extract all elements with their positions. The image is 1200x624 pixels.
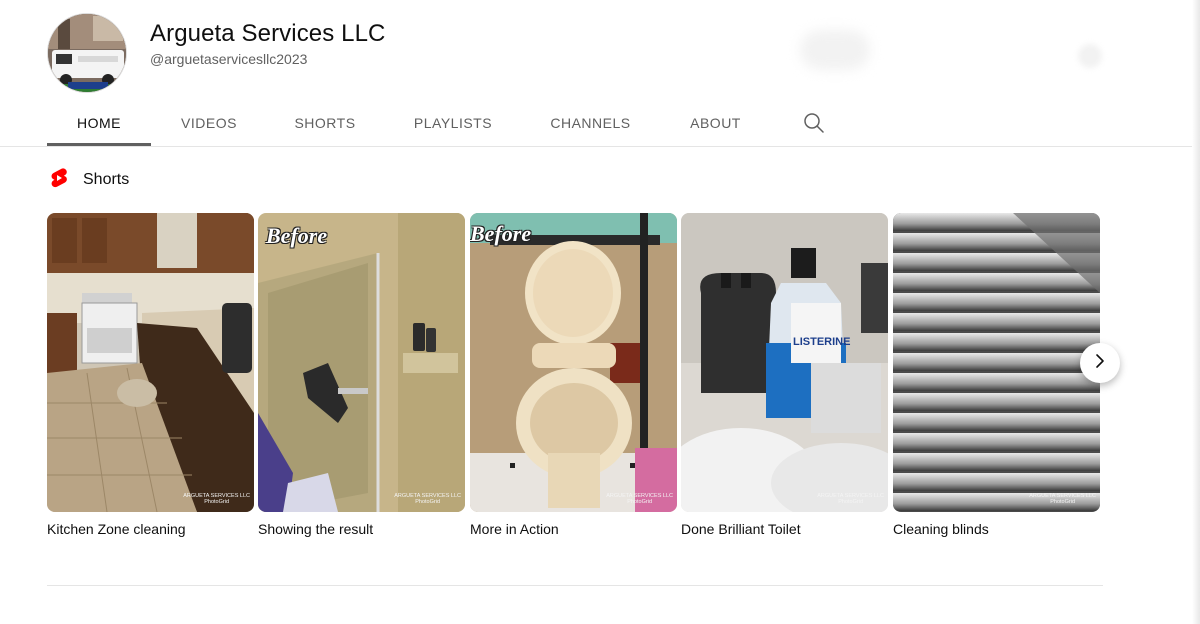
shorts-section-header: Shorts — [47, 166, 130, 195]
channel-tabs: HOME VIDEOS SHORTS PLAYLISTS CHANNELS AB… — [0, 100, 1200, 147]
toilet-thumbnail-image — [470, 213, 677, 512]
short-title[interactable]: Done Brilliant Toilet — [681, 521, 801, 537]
watermark: ARGUETA SERVICES LLC PhotoGrid — [183, 493, 250, 505]
tab-home[interactable]: HOME — [47, 100, 151, 146]
tab-playlists[interactable]: PLAYLISTS — [400, 100, 506, 146]
notification-icon[interactable] — [1078, 44, 1102, 68]
section-divider — [47, 585, 1103, 586]
short-title[interactable]: Showing the result — [258, 521, 373, 537]
active-tab-indicator — [47, 143, 151, 146]
bathroom-door-thumbnail-image — [258, 213, 465, 512]
shorts-section-title: Shorts — [83, 171, 130, 188]
kitchen-thumbnail-image — [47, 213, 254, 512]
channel-header: Argueta Services LLC @arguetaservicesllc… — [0, 0, 1200, 100]
page-scrollbar[interactable] — [1192, 0, 1200, 624]
channel-avatar[interactable] — [47, 13, 127, 93]
watermark: ARGUETA SERVICES LLC PhotoGrid — [817, 493, 884, 505]
before-overlay-label: Before — [470, 221, 532, 246]
tab-videos[interactable]: VIDEOS — [165, 100, 253, 146]
chevron-right-icon — [1090, 351, 1110, 376]
subscribe-button[interactable] — [800, 30, 870, 70]
short-thumbnail[interactable]: Before ARGUETA SERVICES LLC PhotoGrid — [258, 213, 465, 512]
short-title[interactable]: Cleaning blinds — [893, 521, 989, 537]
shorts-logo-icon — [47, 166, 71, 195]
tab-about[interactable]: ABOUT — [676, 100, 755, 146]
tab-shorts[interactable]: SHORTS — [280, 100, 370, 146]
short-thumbnail[interactable]: ARGUETA SERVICES LLC PhotoGrid — [47, 213, 254, 512]
short-thumbnail[interactable]: Before ARGUETA SERVICES LLC PhotoGrid — [470, 213, 677, 512]
short-title[interactable]: Kitchen Zone cleaning — [47, 521, 186, 537]
before-overlay-label: Before — [266, 223, 328, 248]
channel-handle: @arguetaservicesllc2023 — [150, 51, 308, 67]
svg-text:LISTERINE: LISTERINE — [793, 336, 850, 348]
watermark: ARGUETA SERVICES LLC PhotoGrid — [1029, 493, 1096, 505]
channel-name: Argueta Services LLC — [150, 20, 386, 47]
listerine-thumbnail-image: LISTERINE — [681, 213, 888, 512]
watermark: ARGUETA SERVICES LLC PhotoGrid — [606, 493, 673, 505]
short-thumbnail[interactable]: ARGUETA SERVICES LLC PhotoGrid — [893, 213, 1100, 512]
shorts-next-button[interactable] — [1080, 343, 1120, 383]
blinds-thumbnail-image — [893, 213, 1100, 512]
tab-channels[interactable]: CHANNELS — [537, 100, 644, 146]
short-thumbnail[interactable]: LISTERINE ARGUETA SERVICES LLC PhotoGrid — [681, 213, 888, 512]
watermark: ARGUETA SERVICES LLC PhotoGrid — [394, 493, 461, 505]
short-title[interactable]: More in Action — [470, 521, 559, 537]
search-icon[interactable] — [802, 111, 826, 135]
